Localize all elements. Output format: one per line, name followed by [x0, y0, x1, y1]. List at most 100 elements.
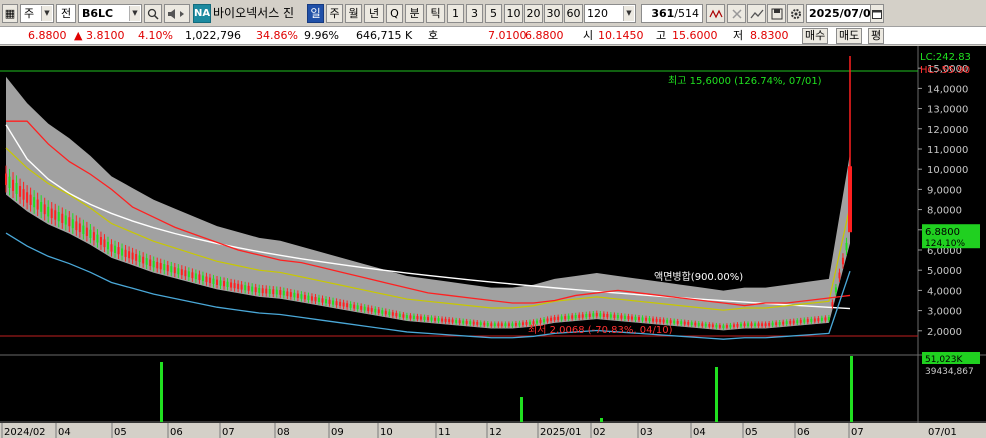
- line-chart-icon[interactable]: [747, 4, 766, 23]
- candle-body: [507, 323, 510, 327]
- x-tick-label: 04: [58, 427, 71, 438]
- candlestick-chart[interactable]: 15,0000 14,0000 13,0000 12,0000 11,0000 10,00…: [0, 46, 986, 438]
- candle-body: [36, 199, 39, 210]
- candle-body: [15, 182, 18, 194]
- x-tick-label: 07: [851, 427, 864, 438]
- candle-body: [349, 303, 352, 308]
- candle-body: [289, 292, 292, 297]
- tab-period-year[interactable]: 년: [364, 4, 384, 23]
- candle-body: [599, 313, 602, 317]
- count-input[interactable]: 361 /514: [641, 4, 703, 23]
- candle-body: [208, 277, 211, 284]
- candle-body: [683, 321, 686, 325]
- interval-20[interactable]: 20: [524, 4, 543, 23]
- candle-body: [521, 322, 524, 326]
- search-icon[interactable]: [144, 4, 162, 23]
- high-marker-label: 최고 15,6000 (126.74%, 07/01): [668, 75, 822, 87]
- x-tick-label: 05: [114, 427, 127, 438]
- interval-5[interactable]: 5: [485, 4, 502, 23]
- interval-3[interactable]: 3: [466, 4, 483, 23]
- tab-period-tick[interactable]: 틱: [426, 4, 445, 23]
- candle-body: [170, 266, 173, 273]
- candle-body: [782, 321, 785, 325]
- candle-body: [578, 314, 581, 318]
- cross-close-icon[interactable]: [727, 4, 746, 23]
- market-select-value: 주: [24, 7, 35, 20]
- candle-body: [233, 283, 236, 289]
- calendar-icon[interactable]: [870, 4, 884, 23]
- tab-period-week[interactable]: 주: [326, 4, 343, 23]
- eval-button[interactable]: 평: [868, 28, 885, 44]
- date-input[interactable]: 2025/07/0: [806, 4, 872, 23]
- speaker-icon[interactable]: [164, 4, 190, 23]
- candle-body: [19, 186, 22, 197]
- candle-body: [177, 268, 180, 275]
- candle-body: [504, 323, 507, 327]
- candle-body: [567, 315, 570, 319]
- candle-body: [201, 275, 204, 282]
- candle-body: [423, 316, 426, 320]
- tab-period-quarter[interactable]: Q: [386, 4, 403, 23]
- candle-body: [799, 319, 802, 323]
- x-tick-label: 06: [170, 427, 183, 438]
- count-total: /514: [674, 7, 699, 20]
- candle-body: [838, 272, 841, 279]
- chart-canvas: 15,000014,000013,000012,000011,000010,00…: [0, 46, 986, 438]
- candle-body: [103, 239, 106, 248]
- candle-body: [149, 259, 152, 267]
- candle-body: [543, 319, 546, 323]
- candle-body: [353, 304, 356, 309]
- y-tick-label: 13,0000: [927, 105, 968, 116]
- candle-body: [430, 317, 433, 321]
- candle-body: [623, 315, 626, 319]
- candle-body: [212, 278, 215, 285]
- tab-period-minute[interactable]: 분: [405, 4, 424, 23]
- menu-grid-icon[interactable]: ▦: [2, 4, 18, 23]
- market-select[interactable]: 주 ▼: [20, 4, 54, 23]
- candle-body: [12, 179, 15, 191]
- current-price: 6.8800: [28, 29, 67, 42]
- gear-icon[interactable]: [787, 4, 804, 23]
- candle-body: [655, 318, 658, 322]
- candle-body: [43, 204, 46, 215]
- candle-body: [645, 317, 648, 321]
- candle-body: [409, 315, 412, 319]
- candle-body: [85, 227, 88, 236]
- chevron-down-icon: ▼: [623, 6, 634, 21]
- interval-10[interactable]: 10: [504, 4, 523, 23]
- candle-body: [845, 242, 848, 251]
- candle-body: [761, 323, 764, 327]
- candle-body: [806, 319, 809, 323]
- y-tick-label: 4,0000: [927, 286, 962, 297]
- tab-period-month[interactable]: 월: [345, 4, 362, 23]
- interval-1[interactable]: 1: [447, 4, 464, 23]
- interval-30[interactable]: 30: [544, 4, 563, 23]
- candle-body: [514, 322, 517, 326]
- y-tick-label: 2,0000: [927, 327, 962, 338]
- candle-body: [332, 300, 335, 305]
- mode-select[interactable]: 전: [56, 4, 76, 23]
- company-name: 바이오넥서스 진: [213, 6, 295, 20]
- candle-body: [729, 324, 732, 328]
- interval-custom-value: 120: [587, 7, 608, 20]
- save-icon[interactable]: [767, 4, 786, 23]
- interval-60[interactable]: 60: [564, 4, 583, 23]
- chart-pattern-icon[interactable]: [706, 4, 725, 23]
- volume-bar: [160, 362, 163, 422]
- candle-body: [490, 323, 493, 327]
- candle-body: [138, 255, 141, 263]
- candle-body: [96, 234, 99, 243]
- candle-body: [757, 323, 760, 327]
- candle-body: [325, 299, 328, 304]
- y-tick-label: 10,0000: [927, 165, 968, 176]
- sell-button[interactable]: 매도: [836, 28, 863, 44]
- interval-custom-input[interactable]: 120 ▼: [584, 4, 636, 23]
- chevron-down-icon: ▼: [41, 6, 52, 21]
- open-label: 시: [583, 29, 594, 42]
- tab-period-day[interactable]: 일: [307, 4, 324, 23]
- buy-button[interactable]: 매수: [802, 28, 829, 44]
- candle-body: [437, 318, 440, 322]
- candle-body: [585, 313, 588, 318]
- ticker-input[interactable]: B6LC ▼: [78, 4, 142, 23]
- high-value: 15.6000: [672, 29, 718, 42]
